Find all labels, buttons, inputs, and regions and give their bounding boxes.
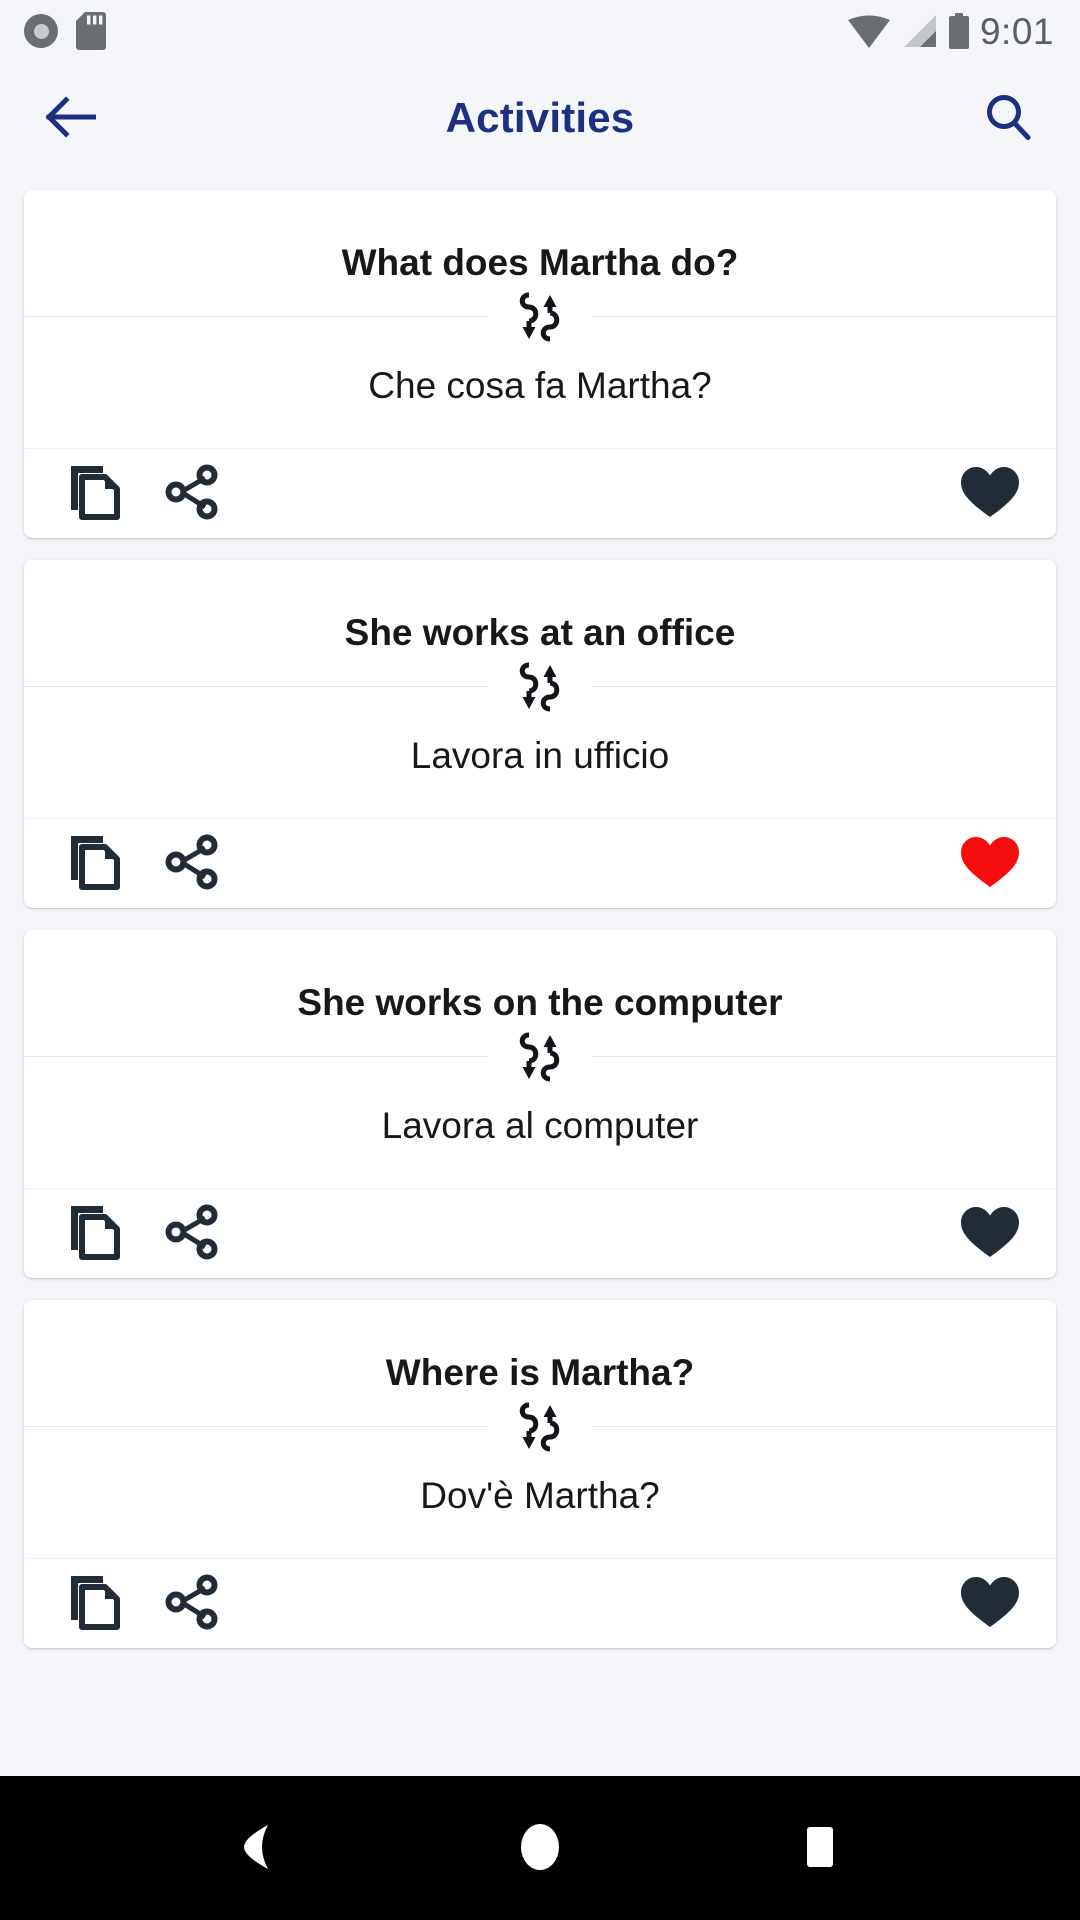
activity-card[interactable]: What does Martha do? Che cosa fa Martha?: [24, 190, 1056, 538]
activity-card[interactable]: She works at an office Lavora in ufficio: [24, 560, 1056, 908]
share-icon: [162, 1572, 222, 1635]
copy-icon: [67, 462, 125, 525]
target-text: Che cosa fa Martha?: [368, 364, 712, 406]
swap-vertical-arrows-icon[interactable]: [488, 1029, 592, 1085]
target-text: Lavora al computer: [381, 1104, 699, 1146]
app-bar: Activities: [0, 62, 1080, 174]
card-divider: [24, 1029, 1056, 1085]
copy-icon: [67, 1572, 125, 1635]
source-text: She works at an office: [344, 611, 736, 653]
arrow-left-icon: [44, 95, 97, 141]
card-action-bar: [24, 1188, 1056, 1278]
sd-card-icon: [76, 12, 106, 50]
target-text: Lavora in ufficio: [410, 734, 670, 776]
status-bar-clock: 9:01: [979, 10, 1054, 52]
card-action-bar: [24, 818, 1056, 908]
source-text: She works on the computer: [297, 981, 783, 1023]
favorite-button[interactable]: [954, 458, 1026, 530]
copy-button[interactable]: [60, 1568, 132, 1640]
copy-button[interactable]: [60, 458, 132, 530]
page-title: Activities: [445, 94, 635, 141]
share-button[interactable]: [156, 1568, 228, 1640]
record-circle-icon: [24, 14, 58, 48]
favorite-button[interactable]: [954, 1568, 1026, 1640]
activity-card-list: What does Martha do? Che cosa fa Martha?: [24, 174, 1056, 1648]
heart-icon: [959, 464, 1021, 523]
nav-back-triangle-icon: [238, 1823, 282, 1874]
swap-vertical-arrows-icon[interactable]: [488, 659, 592, 715]
share-icon: [162, 832, 222, 895]
status-bar-left-icons: [24, 12, 106, 50]
card-divider: [24, 659, 1056, 715]
share-button[interactable]: [156, 458, 228, 530]
nav-home-button[interactable]: [485, 1793, 595, 1903]
copy-button[interactable]: [60, 1198, 132, 1270]
share-button[interactable]: [156, 828, 228, 900]
source-text: Where is Martha?: [385, 1351, 695, 1393]
back-button[interactable]: [32, 80, 108, 156]
share-icon: [162, 1202, 222, 1265]
activity-card[interactable]: Where is Martha? Dov'è Martha?: [24, 1300, 1056, 1648]
copy-icon: [67, 1202, 125, 1265]
share-button[interactable]: [156, 1198, 228, 1270]
favorite-button[interactable]: [954, 1198, 1026, 1270]
favorite-button[interactable]: [954, 828, 1026, 900]
card-action-bar: [24, 1558, 1056, 1648]
swap-vertical-arrows-icon[interactable]: [488, 289, 592, 345]
nav-home-circle-icon: [516, 1822, 564, 1875]
nav-recents-square-icon: [798, 1823, 842, 1874]
android-navigation-bar: [0, 1776, 1080, 1920]
swap-vertical-arrows-icon[interactable]: [488, 1399, 592, 1455]
battery-icon: [948, 13, 970, 49]
wifi-icon: [847, 14, 890, 48]
share-icon: [162, 462, 222, 525]
nav-back-button[interactable]: [205, 1793, 315, 1903]
search-button[interactable]: [970, 80, 1046, 156]
status-bar: 9:01: [0, 0, 1080, 62]
heart-icon: [959, 1204, 1021, 1263]
copy-button[interactable]: [60, 828, 132, 900]
activities-scroll-area[interactable]: What does Martha do? Che cosa fa Martha?: [0, 174, 1080, 1776]
card-action-bar: [24, 448, 1056, 538]
activity-card[interactable]: She works on the computer Lavora al comp…: [24, 930, 1056, 1278]
source-text: What does Martha do?: [341, 241, 739, 283]
status-bar-right-icons: 9:01: [847, 10, 1054, 52]
search-icon: [983, 92, 1033, 145]
target-text: Dov'è Martha?: [420, 1474, 660, 1516]
heart-icon: [959, 834, 1021, 893]
cellular-signal-icon: [900, 14, 938, 48]
copy-icon: [67, 832, 125, 895]
heart-icon: [959, 1574, 1021, 1633]
phone-screen: 9:01 Activities What does Martha do? Che…: [0, 0, 1080, 1920]
nav-recents-button[interactable]: [765, 1793, 875, 1903]
card-divider: [24, 1399, 1056, 1455]
card-divider: [24, 289, 1056, 345]
